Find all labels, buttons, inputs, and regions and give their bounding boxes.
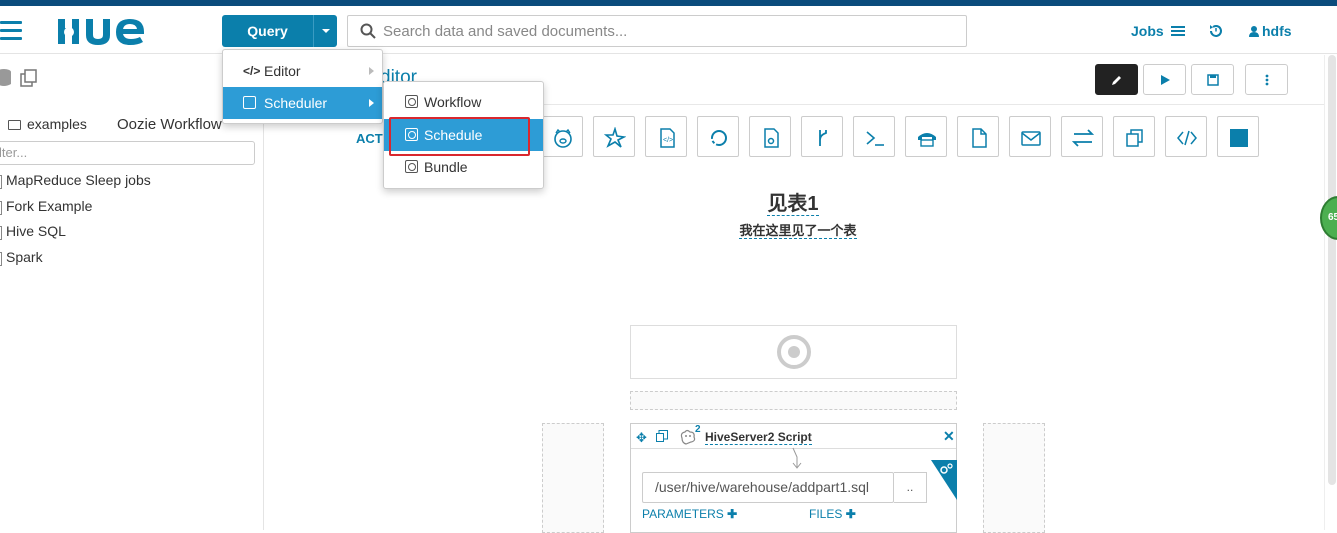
file-action-icon[interactable]: [749, 116, 791, 157]
submenu-arrow-icon: [369, 67, 374, 75]
action-name[interactable]: HiveServer2 Script: [705, 430, 812, 445]
copy-icon[interactable]: [656, 430, 668, 442]
stop-action-icon[interactable]: [1217, 116, 1259, 157]
menu-item-scheduler[interactable]: Scheduler: [223, 87, 382, 119]
global-search[interactable]: [347, 15, 967, 47]
user-icon: [1249, 26, 1259, 37]
subworkflow-action-icon[interactable]: [697, 116, 739, 157]
user-menu[interactable]: hdfs: [1249, 23, 1292, 39]
database-icon[interactable]: [0, 68, 14, 88]
menu-item-label: Scheduler: [264, 95, 328, 111]
script-path-input[interactable]: /user/hive/warehouse/addpart1.sql: [642, 472, 894, 503]
vertical-scrollbar[interactable]: [1324, 55, 1337, 530]
shell-action-icon[interactable]: [853, 116, 895, 157]
jobs-list-icon[interactable]: [1171, 26, 1185, 36]
browse-file-button[interactable]: ..: [894, 472, 927, 503]
connector-arrow-icon: [792, 447, 802, 469]
close-icon[interactable]: ✕: [943, 428, 955, 445]
documents-icon[interactable]: [19, 68, 39, 88]
action-node-header: ✥ 2 HiveServer2 Script ✕: [631, 424, 956, 449]
submenu-arrow-icon: [369, 99, 374, 107]
query-dropdown-menu: </> Editor Scheduler: [222, 49, 383, 124]
play-icon: [1160, 74, 1170, 85]
schedule-highlight-box: [389, 117, 530, 156]
history-icon[interactable]: [1209, 24, 1223, 38]
menu-item-workflow[interactable]: Workflow: [384, 86, 543, 118]
search-icon: [360, 23, 376, 39]
pencil-icon: [1111, 75, 1121, 85]
add-parameters-link[interactable]: PARAMETERS ✚: [642, 507, 737, 521]
workflow-icon: [405, 95, 418, 108]
workflow-name[interactable]: 见表1: [0, 187, 1337, 216]
bundle-icon: [405, 160, 418, 173]
spark-action-icon[interactable]: [593, 116, 635, 157]
edit-button[interactable]: [1095, 64, 1138, 95]
scheduler-icon: [243, 96, 256, 109]
document-filter-input[interactable]: lter...: [0, 141, 255, 165]
fork-action-icon[interactable]: [801, 116, 843, 157]
menu-item-label: Editor: [264, 63, 301, 79]
plus-icon: ✚: [845, 507, 856, 521]
jobs-link[interactable]: Jobs: [1131, 23, 1164, 39]
save-button[interactable]: [1191, 64, 1234, 95]
email-action-icon[interactable]: [1009, 116, 1051, 157]
settings-corner-icon[interactable]: [931, 460, 957, 500]
folder-name: examples: [27, 116, 87, 132]
left-drop-zone: [542, 423, 604, 533]
folder-breadcrumb[interactable]: examples: [8, 116, 87, 132]
query-dropdown-caret-icon[interactable]: [313, 15, 337, 47]
workflow-description[interactable]: 我在这里见了一个表: [0, 220, 1337, 239]
save-icon: [1206, 73, 1219, 86]
menu-item-label: Workflow: [424, 94, 482, 110]
menu-item-editor[interactable]: </> Editor: [223, 55, 382, 87]
run-button[interactable]: [1143, 64, 1186, 95]
vertical-dots-icon: [1265, 74, 1268, 85]
folder-icon: [8, 120, 21, 130]
query-button[interactable]: Query: [222, 15, 313, 47]
drop-zone: [630, 391, 957, 410]
transfer-action-icon[interactable]: [1061, 116, 1103, 157]
right-drop-zone: [983, 423, 1045, 533]
copy-action-icon[interactable]: [1113, 116, 1155, 157]
java-action-icon[interactable]: </>: [645, 116, 687, 157]
list-item[interactable]: Spark: [0, 249, 151, 275]
actions-label: ACT: [356, 131, 383, 146]
hiveserver2-action-node: ✥ 2 HiveServer2 Script ✕ /user/hive/ware…: [630, 423, 957, 533]
svg-text:</>: </>: [663, 137, 673, 144]
action-count: 2: [695, 424, 701, 435]
scrollbar-thumb[interactable]: [1328, 55, 1336, 485]
code-icon: </>: [243, 64, 261, 78]
hamburger-menu-icon[interactable]: [0, 21, 22, 40]
pig-action-icon[interactable]: [541, 116, 583, 157]
code-action-icon[interactable]: [1165, 116, 1207, 157]
ssh-action-icon[interactable]: [905, 116, 947, 157]
more-options-button[interactable]: [1245, 64, 1288, 95]
start-node: [630, 325, 957, 379]
document-type-selector[interactable]: Oozie Workflow: [117, 116, 222, 133]
document-action-icon[interactable]: [957, 116, 999, 157]
hue-logo[interactable]: [56, 15, 154, 57]
top-navbar: Query Jobs hdfs: [0, 6, 1337, 54]
start-target-icon: [777, 335, 811, 369]
search-input[interactable]: [383, 16, 953, 46]
user-name: hdfs: [1262, 23, 1292, 39]
left-assist-panel: examples Oozie Workflow lter... MapReduc…: [0, 55, 264, 530]
add-files-link[interactable]: FILES ✚: [809, 507, 856, 521]
move-icon[interactable]: ✥: [636, 430, 647, 446]
plus-icon: ✚: [727, 507, 738, 521]
